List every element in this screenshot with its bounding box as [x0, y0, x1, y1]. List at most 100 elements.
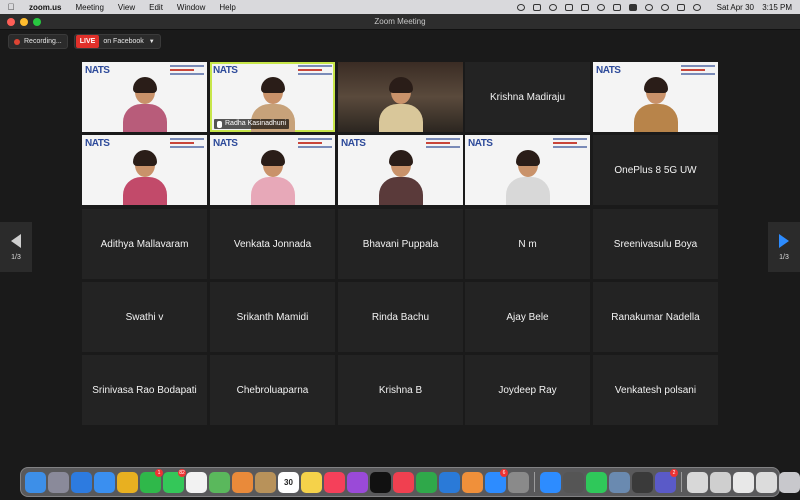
- maps-icon[interactable]: [209, 471, 230, 493]
- video-tile[interactable]: NATS: [338, 135, 463, 205]
- participant-tile[interactable]: N m: [465, 209, 590, 279]
- video-tile[interactable]: NATS Radha Kasinadhuni: [210, 62, 335, 132]
- launchpad-icon[interactable]: [48, 471, 69, 493]
- previous-page-button[interactable]: 1/3: [0, 222, 32, 272]
- contacts-icon[interactable]: [255, 471, 276, 493]
- play-status-icon[interactable]: [596, 3, 605, 11]
- minimize-window-button[interactable]: [20, 17, 28, 26]
- keynote-icon[interactable]: [439, 471, 460, 493]
- notes-icon[interactable]: [301, 471, 322, 493]
- camera-icon[interactable]: [563, 471, 584, 493]
- nats-logo: NATS: [213, 65, 238, 76]
- participant-tile[interactable]: Ranakumar Nadella: [593, 282, 718, 352]
- fullscreen-window-button[interactable]: [33, 17, 41, 26]
- participant-tile[interactable]: Sreenivasulu Boya: [593, 209, 718, 279]
- clock-status-icon[interactable]: [548, 3, 557, 11]
- video-tile[interactable]: NATS: [593, 62, 718, 132]
- trash-icon[interactable]: [779, 471, 800, 493]
- page-indicator-right: 1/3: [779, 253, 789, 261]
- participant-tile[interactable]: Rinda Bachu: [338, 282, 463, 352]
- participant-name: Srinivasa Rao Bodapati: [92, 384, 197, 396]
- participant-tile[interactable]: Krishna B: [338, 355, 463, 425]
- preview-icon[interactable]: [609, 471, 630, 493]
- menu-meeting[interactable]: Meeting: [68, 3, 110, 12]
- participant-tile[interactable]: Krishna Madiraju: [465, 62, 590, 132]
- menu-view[interactable]: View: [111, 3, 142, 12]
- music-icon[interactable]: [324, 471, 345, 493]
- menu-bar:  zoom.us Meeting View Edit Window Help …: [0, 0, 800, 14]
- recording-indicator[interactable]: Recording...: [8, 34, 68, 49]
- window-thumb-icon[interactable]: [710, 471, 731, 493]
- participant-video-feed: [249, 149, 297, 205]
- helpline-banner-icon: [298, 65, 332, 79]
- safari-icon[interactable]: [71, 471, 92, 493]
- window-thumb-icon[interactable]: [756, 471, 777, 493]
- system-preferences-icon[interactable]: [508, 471, 529, 493]
- video-tile[interactable]: NATS: [82, 62, 207, 132]
- participant-tile[interactable]: Bhavani Puppala: [338, 209, 463, 279]
- news-icon[interactable]: [393, 471, 414, 493]
- video-tile[interactable]: NATS: [465, 135, 590, 205]
- teams-icon[interactable]: 2: [655, 468, 678, 493]
- close-window-button[interactable]: [7, 17, 15, 26]
- menu-window[interactable]: Window: [170, 3, 212, 12]
- menu-help[interactable]: Help: [212, 3, 242, 12]
- video-tile[interactable]: [338, 62, 463, 132]
- bluetooth-icon[interactable]: [612, 3, 621, 11]
- menubar-date: Sat Apr 30: [716, 2, 754, 12]
- photos-icon[interactable]: [232, 471, 253, 493]
- menubar-clock[interactable]: Sat Apr 30 3:15 PM: [711, 3, 792, 12]
- live-stream-indicator[interactable]: LIVE on Facebook ▼: [73, 34, 161, 49]
- tv-icon[interactable]: [370, 471, 391, 493]
- participant-tile[interactable]: OnePlus 8 5G UW: [593, 135, 718, 205]
- control-center-icon[interactable]: [676, 3, 685, 11]
- finder-icon[interactable]: [25, 471, 46, 493]
- zoom-dock-icon[interactable]: [540, 471, 561, 493]
- participant-video-feed: [121, 76, 169, 132]
- app-store-icon[interactable]: 6: [485, 468, 508, 493]
- chrome-icon[interactable]: [117, 471, 138, 493]
- participant-name: Bhavani Puppala: [362, 238, 439, 250]
- participant-tile[interactable]: Venkata Jonnada: [210, 209, 335, 279]
- video-tile[interactable]: NATS: [210, 135, 335, 205]
- next-page-button[interactable]: 1/3: [768, 222, 800, 272]
- zoom-status-icon[interactable]: [516, 3, 525, 11]
- participant-tile[interactable]: Venkatesh polsani: [593, 355, 718, 425]
- participant-tile[interactable]: Joydeep Ray: [465, 355, 590, 425]
- gamepad-icon[interactable]: [532, 3, 541, 11]
- apple-icon[interactable]: : [0, 2, 22, 12]
- video-tile[interactable]: NATS: [82, 135, 207, 205]
- quicktime-icon[interactable]: [632, 471, 653, 493]
- window-thumb-icon[interactable]: [687, 471, 708, 493]
- participant-tile[interactable]: Adithya Mallavaram: [82, 209, 207, 279]
- calendar-day: 30: [284, 477, 293, 487]
- numbers-icon[interactable]: [416, 471, 437, 493]
- reminders-icon[interactable]: [186, 471, 207, 493]
- whatsapp-icon[interactable]: [586, 471, 607, 493]
- helpline-banner-icon: [553, 138, 587, 152]
- facetime-icon[interactable]: 1: [140, 468, 163, 493]
- window-thumb-icon[interactable]: [733, 471, 754, 493]
- mail-icon[interactable]: [94, 471, 115, 493]
- screen-status-icon[interactable]: [580, 3, 589, 11]
- window-status-icon[interactable]: [564, 3, 573, 11]
- wifi-icon[interactable]: [644, 3, 653, 11]
- nats-logo: NATS: [596, 65, 621, 76]
- participant-tile[interactable]: Srinivasa Rao Bodapati: [82, 355, 207, 425]
- pages-icon[interactable]: [462, 471, 483, 493]
- siri-icon[interactable]: [692, 3, 701, 11]
- menu-app[interactable]: zoom.us: [22, 3, 68, 12]
- messages-icon[interactable]: 82: [163, 468, 186, 493]
- participant-tile[interactable]: Ajay Bele: [465, 282, 590, 352]
- podcasts-icon[interactable]: [347, 471, 368, 493]
- notification-badge: 6: [500, 468, 508, 477]
- helpline-banner-icon: [298, 138, 332, 152]
- battery-icon[interactable]: [628, 3, 637, 11]
- participant-tile[interactable]: Srikanth Mamidi: [210, 282, 335, 352]
- calendar-icon[interactable]: 30: [278, 471, 299, 493]
- spotlight-icon[interactable]: [660, 3, 669, 11]
- participant-tile[interactable]: Chebroluaparna: [210, 355, 335, 425]
- menu-edit[interactable]: Edit: [142, 3, 170, 12]
- participant-name: Krishna B: [378, 384, 423, 396]
- participant-tile[interactable]: Swathi v: [82, 282, 207, 352]
